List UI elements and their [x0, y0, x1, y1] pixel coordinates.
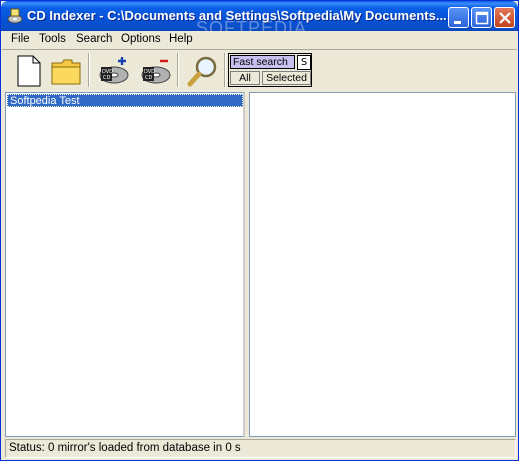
menu-divider — [2, 49, 517, 50]
fast-search-input[interactable]: Fast search — [230, 55, 295, 69]
menu-file[interactable]: File — [11, 33, 30, 48]
title-bar[interactable]: CD Indexer - C:\Documents and Settings\S… — [1, 1, 518, 38]
toolbar: DVD CD DVD CD Fast search S All Selected — [2, 51, 517, 91]
maximize-icon — [475, 11, 489, 25]
minimize-icon — [454, 21, 461, 24]
open-button[interactable] — [46, 51, 84, 89]
menu-bar: File Tools Search Options Help — [2, 31, 517, 49]
svg-text:CD: CD — [103, 75, 110, 81]
new-button[interactable] — [10, 51, 48, 89]
menu-search[interactable]: Search — [76, 33, 112, 48]
add-disc-icon: DVD CD — [99, 57, 129, 84]
fast-search-panel: Fast search S All Selected — [228, 53, 312, 87]
new-document-icon — [17, 55, 41, 87]
toolbar-divider — [88, 53, 90, 87]
remove-disc-icon: DVD CD — [141, 59, 171, 84]
toolbar-divider — [177, 53, 179, 87]
search-magnifier-icon — [187, 56, 217, 87]
close-icon — [499, 12, 511, 24]
remove-disc-button[interactable]: DVD CD — [136, 51, 174, 89]
status-text: Status: 0 mirror's loaded from database … — [9, 442, 241, 454]
find-button[interactable] — [183, 51, 221, 89]
content-pane[interactable] — [249, 92, 516, 437]
maximize-button[interactable] — [471, 7, 492, 28]
app-icon — [7, 8, 23, 24]
close-button[interactable] — [494, 7, 515, 28]
menu-help[interactable]: Help — [169, 33, 193, 48]
open-folder-icon — [51, 59, 81, 85]
minimize-button[interactable] — [448, 7, 469, 28]
search-all-option[interactable]: All — [230, 71, 260, 85]
add-disc-button[interactable]: DVD CD — [94, 51, 132, 89]
search-s-button[interactable]: S — [297, 55, 311, 70]
status-bar: Status: 0 mirror's loaded from database … — [5, 439, 516, 458]
toolbar-divider — [224, 53, 226, 87]
menu-tools[interactable]: Tools — [39, 33, 66, 48]
tree-pane[interactable]: Softpedia Test — [5, 92, 245, 437]
tree-item[interactable]: Softpedia Test — [7, 94, 243, 107]
menu-options[interactable]: Options — [121, 33, 161, 48]
svg-text:CD: CD — [145, 75, 152, 81]
search-selected-option[interactable]: Selected — [262, 71, 311, 85]
app-window: CD Indexer - C:\Documents and Settings\S… — [0, 0, 519, 461]
